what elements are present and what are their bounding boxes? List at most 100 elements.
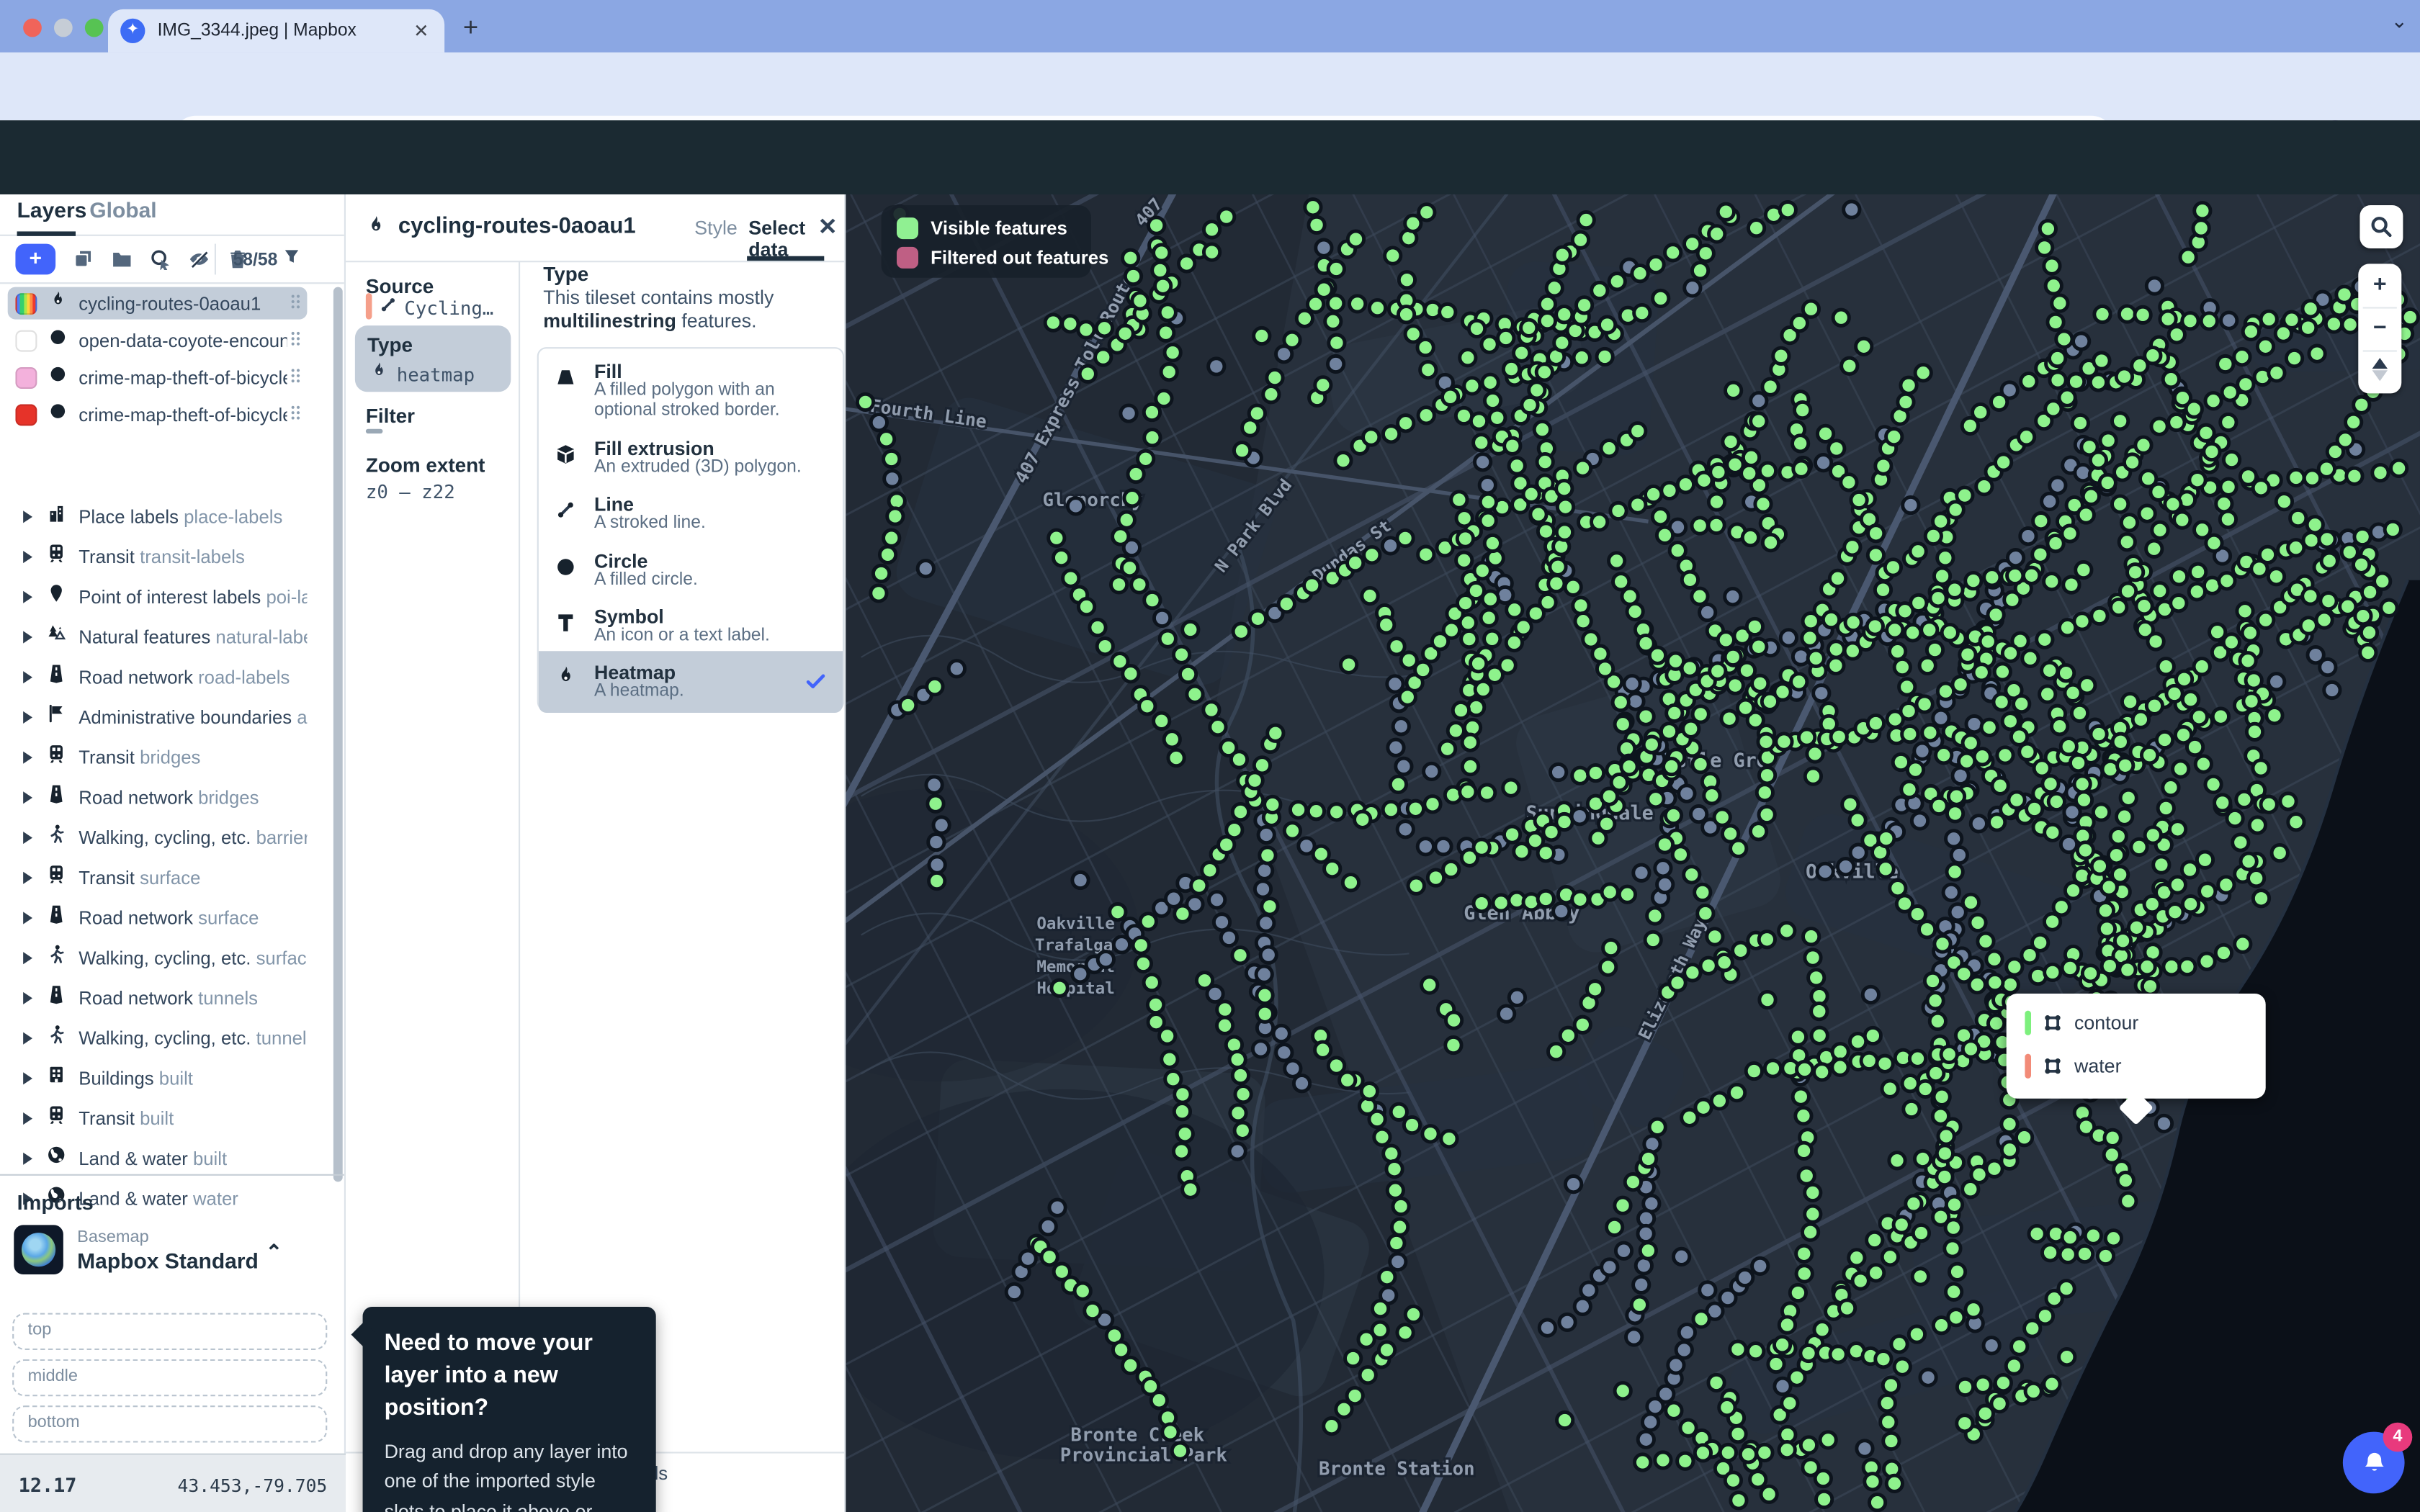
tooltip-body: Drag and drop any layer into one of the … — [385, 1438, 635, 1512]
layer-group-built[interactable]: Land & water built — [8, 1142, 308, 1174]
layer-group-road-labels[interactable]: Road network road-labels — [8, 660, 308, 693]
collapse-chevron-icon[interactable]: ⌃ — [266, 1241, 282, 1265]
layer-row-crime-map-theft-of-bicycle-mo-c...[interactable]: crime-map-theft-of-bicycle-mo-c... — [8, 362, 308, 395]
layer-group-barriers-bridges[interactable]: Walking, cycling, etc. barriers-bridges — [8, 821, 308, 853]
layer-group-bridges[interactable]: Transit bridges — [8, 741, 308, 773]
slot-bottom[interactable]: bottom — [12, 1405, 327, 1442]
filter-funnel-icon[interactable] — [282, 247, 301, 266]
type-value: heatmap — [397, 364, 475, 386]
expand-caret-icon[interactable] — [23, 510, 32, 522]
close-window-button[interactable] — [23, 19, 42, 37]
layer-group-poi-labels[interactable]: Point of interest labels poi-labels — [8, 580, 308, 613]
expand-caret-icon[interactable] — [23, 590, 32, 603]
group-type-icon — [46, 823, 66, 843]
expand-caret-icon[interactable] — [23, 1152, 32, 1164]
compass-south-icon — [2372, 370, 2388, 381]
popup-color-bar — [2025, 1054, 2031, 1079]
expand-caret-icon[interactable] — [23, 670, 32, 683]
group-type-icon — [46, 943, 66, 963]
add-layer-button[interactable]: + — [15, 244, 55, 275]
layer-filter-count[interactable]: 58/58 — [233, 247, 301, 270]
layer-group-built[interactable]: Transit built — [8, 1102, 308, 1134]
layer-row-cycling-routes-0aoau1[interactable]: cycling-routes-0aoau1 — [8, 287, 308, 320]
type-option-Line[interactable]: LineA stroked line. — [539, 494, 843, 546]
map-canvas[interactable]: 407407 Express Toll RouteFourth LineGlen… — [846, 194, 2420, 1512]
group-type-icon — [46, 1024, 66, 1044]
filter-empty-dash — [366, 429, 383, 433]
browser-tab[interactable]: ✦ IMG_3344.jpeg | Mapbox ✕ — [108, 9, 444, 53]
tab-list-chevron-icon[interactable]: ⌄ — [2390, 9, 2407, 34]
expand-caret-icon[interactable] — [23, 1032, 32, 1044]
select-layer-icon[interactable] — [150, 248, 171, 270]
window-controls[interactable] — [23, 17, 116, 45]
feature-popup: contour water — [2007, 994, 2266, 1099]
layer-row-crime-map-theft-of-bicycle-ty-8q...[interactable]: crime-map-theft-of-bicycle-ty-8q... — [8, 400, 308, 432]
close-panel-icon[interactable]: ✕ — [818, 213, 838, 241]
expand-caret-icon[interactable] — [23, 831, 32, 843]
legend-item: Filtered out features — [897, 247, 1108, 269]
map-search-button[interactable] — [2360, 205, 2403, 248]
tab-layers[interactable]: Layers — [17, 197, 87, 222]
layer-group-place-labels[interactable]: Place labels place-labels — [8, 500, 308, 532]
selected-check-icon — [804, 670, 827, 701]
sidebar-tabs: Layers Global — [0, 194, 344, 236]
layer-group-built[interactable]: Buildings built — [8, 1061, 308, 1094]
layer-group-surface[interactable]: Walking, cycling, etc. surface — [8, 941, 308, 973]
tab-global[interactable]: Global — [89, 197, 156, 222]
slot-top[interactable]: top — [12, 1313, 327, 1350]
type-option-Fill extrusion[interactable]: Fill extrusionAn extruded (3D) polygon. — [539, 438, 843, 491]
popup-polygon-icon — [2042, 1056, 2063, 1077]
expand-caret-icon[interactable] — [23, 991, 32, 1004]
layer-group-transit-labels[interactable]: Transit transit-labels — [8, 540, 308, 572]
expand-caret-icon[interactable] — [23, 630, 32, 642]
heatmap-flame-icon — [364, 215, 387, 238]
expand-caret-icon[interactable] — [23, 751, 32, 763]
layer-type-icon — [48, 327, 68, 347]
select-data-underline — [747, 256, 824, 261]
sidebar-scrollbar[interactable] — [333, 287, 343, 1182]
layer-group-admin[interactable]: Administrative boundaries admin — [8, 701, 308, 733]
source-name[interactable]: Cycling… — [404, 298, 493, 320]
layer-group-surface[interactable]: Transit surface — [8, 861, 308, 894]
layer-group-natural-labels[interactable]: Natural features natural-labels — [8, 620, 308, 652]
type-option-Circle[interactable]: CircleA filled circle. — [539, 551, 843, 603]
group-type-icon — [46, 582, 66, 603]
expand-caret-icon[interactable] — [23, 911, 32, 923]
expand-caret-icon[interactable] — [23, 550, 32, 562]
layer-group-tunnels[interactable]: Walking, cycling, etc. tunnels — [8, 1022, 308, 1054]
type-selected-block[interactable]: Type heatmap — [355, 325, 511, 392]
type-option-Heatmap[interactable]: HeatmapA heatmap. — [539, 651, 843, 713]
maximize-window-button[interactable] — [85, 19, 104, 37]
layer-group-surface[interactable]: Road network surface — [8, 901, 308, 933]
layer-group-bridges[interactable]: Road network bridges — [8, 780, 308, 813]
tab-close-icon[interactable]: ✕ — [411, 20, 432, 42]
layer-group-tunnels[interactable]: Road network tunnels — [8, 981, 308, 1014]
compass-bearing-button[interactable] — [2372, 358, 2388, 381]
basemap-thumbnail[interactable] — [14, 1225, 63, 1274]
zoom-out-button[interactable]: − — [2358, 307, 2401, 350]
popup-item-contour[interactable]: contour — [2025, 1011, 2138, 1035]
expand-caret-icon[interactable] — [23, 711, 32, 723]
basemap-name[interactable]: Mapbox Standard — [77, 1248, 259, 1273]
zoom-in-button[interactable]: + — [2358, 264, 2401, 307]
expand-caret-icon[interactable] — [23, 1071, 32, 1084]
slot-middle[interactable]: middle — [12, 1359, 327, 1396]
option-flame-icon — [554, 665, 577, 688]
expand-caret-icon[interactable] — [23, 1112, 32, 1124]
expand-caret-icon[interactable] — [23, 871, 32, 883]
layer-row-open-data-coyote-encounters-4...[interactable]: open-data-coyote-encounters-4... — [8, 325, 308, 357]
group-type-icon — [46, 1064, 66, 1084]
minimize-window-button[interactable] — [54, 19, 73, 37]
new-tab-button[interactable]: + — [463, 12, 478, 43]
source-color-bar — [366, 293, 372, 319]
group-layers-icon[interactable] — [111, 248, 133, 270]
expand-caret-icon[interactable] — [23, 791, 32, 803]
hide-layer-icon[interactable] — [188, 248, 210, 270]
expand-caret-icon[interactable] — [23, 951, 32, 963]
option-fillshape-icon — [554, 366, 577, 389]
tab-style[interactable]: Style — [694, 217, 738, 239]
zoom-level-value: 12.17 — [19, 1473, 77, 1496]
popup-item-water[interactable]: water — [2025, 1054, 2121, 1079]
duplicate-layer-icon[interactable] — [73, 248, 94, 270]
type-option-Fill[interactable]: FillA filled polygon with an optional st… — [539, 361, 843, 435]
